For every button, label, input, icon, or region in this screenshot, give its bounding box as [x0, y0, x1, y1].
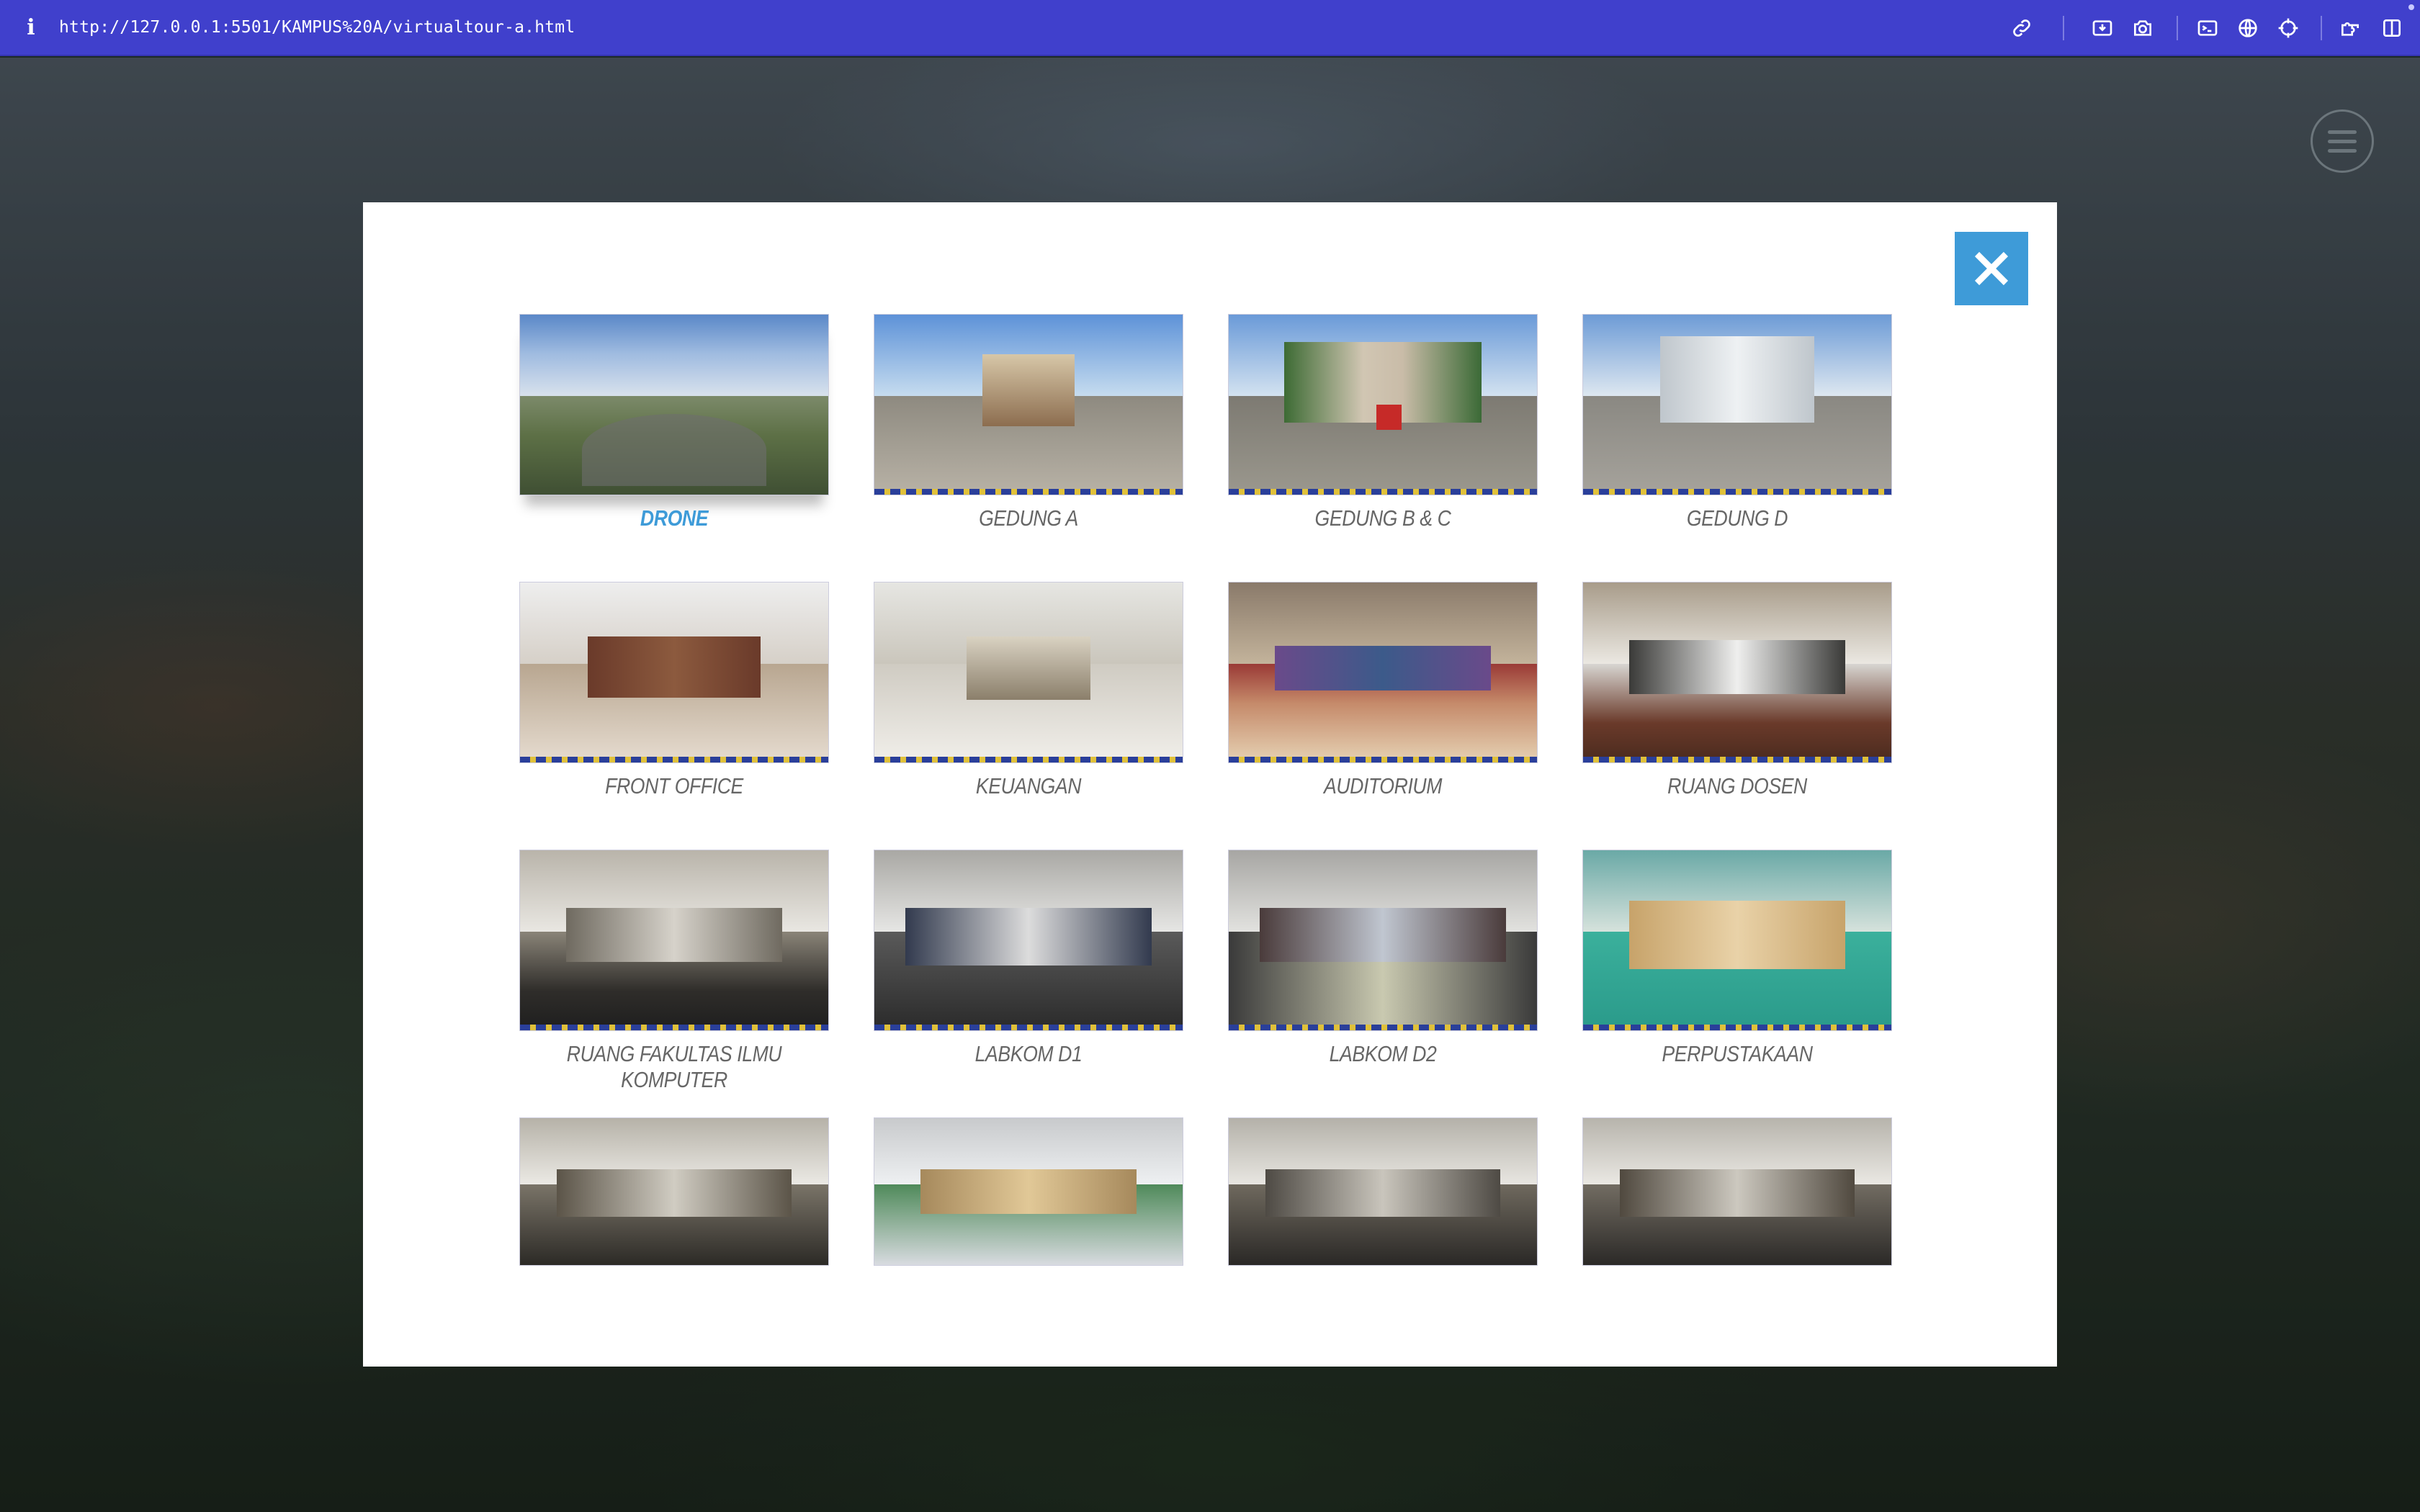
- scene-tile[interactable]: [519, 1117, 829, 1266]
- toolbar-separator: [2177, 16, 2178, 40]
- scene-label[interactable]: AUDITORIUM: [1250, 773, 1516, 799]
- scene-thumbnail[interactable]: [1582, 1117, 1892, 1266]
- scene-label[interactable]: GEDUNG B & C: [1250, 505, 1516, 531]
- scene-tile[interactable]: [1582, 1117, 1892, 1266]
- scene-tile-keuangan[interactable]: KEUANGAN: [874, 582, 1183, 799]
- scene-tile-auditorium[interactable]: AUDITORIUM: [1228, 582, 1538, 799]
- scene-tile[interactable]: [874, 1117, 1183, 1266]
- close-icon: [1974, 251, 2009, 286]
- scene-tile-front-office[interactable]: FRONT OFFICE: [519, 582, 829, 799]
- install-icon[interactable]: [2090, 16, 2115, 40]
- scene-label[interactable]: DRONE: [541, 505, 807, 531]
- scene-thumbnail[interactable]: [519, 1117, 829, 1266]
- scene-tile-gedung-d[interactable]: GEDUNG D: [1582, 314, 1892, 531]
- browser-toolbar: i http://127.0.0.1:5501/KAMPUS%20A/virtu…: [0, 0, 2420, 56]
- scene-tile-ruang-dosen[interactable]: RUANG DOSEN: [1582, 582, 1892, 799]
- scene-thumbnail[interactable]: [874, 314, 1183, 495]
- scene-label[interactable]: GEDUNG D: [1604, 505, 1870, 531]
- extensions-icon[interactable]: [2338, 16, 2362, 40]
- scene-thumbnail[interactable]: [519, 850, 829, 1031]
- scene-gallery-modal: DRONE GEDUNG A GEDUNG B & C GEDUNG D FRO…: [363, 202, 2057, 1367]
- toolbar-separator: [2321, 16, 2322, 40]
- scene-label[interactable]: KEUANGAN: [895, 773, 1162, 799]
- globe-icon[interactable]: [2236, 16, 2260, 40]
- scene-thumbnail[interactable]: [1582, 314, 1892, 495]
- hamburger-menu-icon[interactable]: [2311, 109, 2374, 173]
- scene-thumbnail[interactable]: [1582, 582, 1892, 763]
- terminal-icon[interactable]: [2195, 16, 2220, 40]
- scene-thumbnail[interactable]: [874, 582, 1183, 763]
- scene-thumbnail[interactable]: [1228, 582, 1538, 763]
- scene-thumbnail[interactable]: [1228, 1117, 1538, 1266]
- scene-label[interactable]: FRONT OFFICE: [541, 773, 807, 799]
- scene-label[interactable]: RUANG DOSEN: [1604, 773, 1870, 799]
- placeholder: [295, 16, 320, 40]
- scene-label[interactable]: GEDUNG A: [895, 505, 1162, 531]
- close-button[interactable]: [1955, 232, 2028, 305]
- scene-tile-labkom-d1[interactable]: LABKOM D1: [874, 850, 1183, 1067]
- scene-label[interactable]: LABKOM D2: [1250, 1041, 1516, 1067]
- scene-tile-labkom-d2[interactable]: LABKOM D2: [1228, 850, 1538, 1067]
- scene-thumbnail[interactable]: [519, 582, 829, 763]
- scene-tile[interactable]: [1228, 1117, 1538, 1266]
- scene-thumbnail[interactable]: [874, 1117, 1183, 1266]
- scene-label[interactable]: RUANG FAKULTAS ILMU KOMPUTER: [541, 1041, 807, 1093]
- link-icon[interactable]: [2009, 16, 2034, 40]
- scene-label[interactable]: LABKOM D1: [895, 1041, 1162, 1067]
- scene-tile-drone[interactable]: DRONE: [519, 314, 829, 531]
- toolbar-separator: [2063, 16, 2064, 40]
- crosshair-icon[interactable]: [2276, 16, 2300, 40]
- scene-tile-perpustakaan[interactable]: PERPUSTAKAAN: [1582, 850, 1892, 1067]
- scene-thumbnail[interactable]: [1228, 850, 1538, 1031]
- scene-thumbnail[interactable]: [1582, 850, 1892, 1031]
- scene-tile-gedung-a[interactable]: GEDUNG A: [874, 314, 1183, 531]
- scene-label[interactable]: PERPUSTAKAAN: [1604, 1041, 1870, 1067]
- info-icon[interactable]: i: [22, 15, 40, 40]
- scene-thumbnail[interactable]: [874, 850, 1183, 1031]
- notification-dot: [2408, 4, 2414, 10]
- camera-icon[interactable]: [2130, 16, 2155, 40]
- sidebar-icon[interactable]: [2380, 16, 2404, 40]
- scene-tile-gedung-b-c[interactable]: GEDUNG B & C: [1228, 314, 1538, 531]
- scene-thumbnail[interactable]: [519, 314, 829, 495]
- scene-thumbnail[interactable]: [1228, 314, 1538, 495]
- scene-tile-ruang-fakultas-ilmu-komputer[interactable]: RUANG FAKULTAS ILMU KOMPUTER: [519, 850, 829, 1093]
